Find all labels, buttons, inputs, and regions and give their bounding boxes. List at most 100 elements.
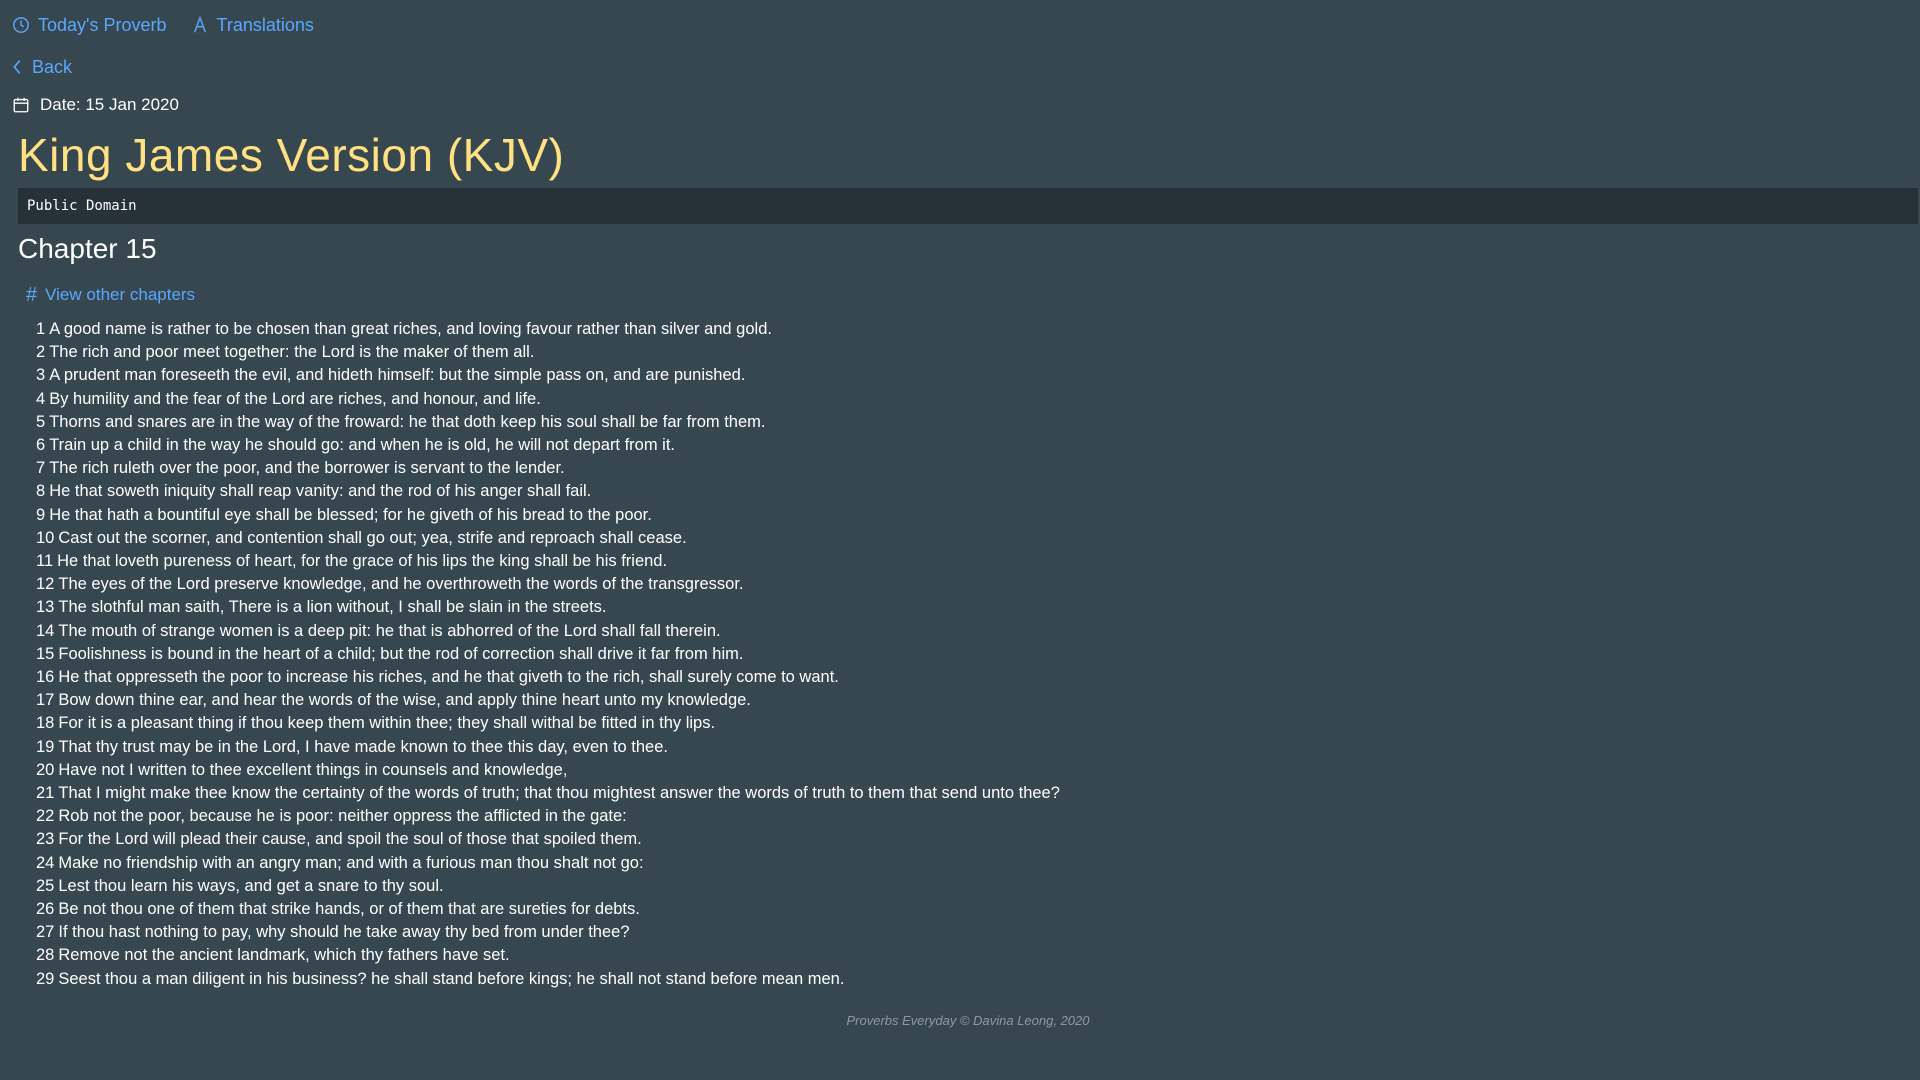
verse-item: 11 He that loveth pureness of heart, for … xyxy=(36,550,1060,573)
verse-number: 15 xyxy=(36,644,55,663)
verse-number: 29 xyxy=(36,969,55,988)
verse-text: Cast out the scorner, and contention sha… xyxy=(58,528,687,547)
verse-number: 19 xyxy=(36,737,55,756)
verse-number: 14 xyxy=(36,621,55,640)
verse-item: 23 For the Lord will plead their cause, a… xyxy=(36,828,1060,851)
verse-text: For it is a pleasant thing if thou keep … xyxy=(58,714,716,733)
verse-text: Have not I written to thee excellent thi… xyxy=(58,760,568,779)
verse-item: 20 Have not I written to thee excellent t… xyxy=(36,759,1060,782)
verse-text: He that soweth iniquity shall reap vanit… xyxy=(49,482,592,501)
verse-text: Rob not the poor, because he is poor: ne… xyxy=(58,807,627,826)
license-text: Public Domain xyxy=(27,198,137,214)
verse-item: 19 That thy trust may be in the Lord, I h… xyxy=(36,736,1060,759)
top-nav: Today's Proverb Translations xyxy=(12,12,314,38)
verse-number: 25 xyxy=(36,876,55,895)
verse-list: 1A good name is rather to be chosen than… xyxy=(36,318,1060,991)
verse-text: He that loveth pureness of heart, for th… xyxy=(57,552,668,571)
verse-text: Make no friendship with an angry man; an… xyxy=(58,853,644,872)
clock-icon xyxy=(13,17,29,33)
verse-text: That thy trust may be in the Lord, I hav… xyxy=(58,737,668,756)
footer: Proverbs Everyday © Davina Leong, 2020 xyxy=(846,1013,1090,1028)
verse-item: 22 Rob not the poor, because he is poor: … xyxy=(36,805,1060,828)
verse-number: 18 xyxy=(36,714,55,733)
calendar-icon xyxy=(13,97,29,113)
verse-item: 13 The slothful man saith, There is a lio… xyxy=(36,596,1060,619)
verse-number: 13 xyxy=(36,598,55,617)
verse-text: That I might make thee know the certaint… xyxy=(58,784,1060,803)
verse-text: Thorns and snares are in the way of the … xyxy=(49,412,766,431)
verse-item: 26 Be not thou one of them that strike ha… xyxy=(36,898,1060,921)
verse-number: 26 xyxy=(36,900,55,919)
verse-item: 21 That I might make thee know the certai… xyxy=(36,782,1060,805)
verse-number: 10 xyxy=(36,528,55,547)
verse-number: 6 xyxy=(36,436,46,455)
license-bar: Public Domain xyxy=(18,188,1918,224)
verse-text: Be not thou one of them that strike hand… xyxy=(58,900,640,919)
verse-number: 20 xyxy=(36,760,55,779)
letter-a-icon xyxy=(193,16,206,33)
verse-text: A prudent man foreseeth the evil, and hi… xyxy=(49,366,746,385)
verse-item: 3A prudent man foreseeth the evil, and h… xyxy=(36,364,1060,387)
verse-text: The eyes of the Lord preserve knowledge,… xyxy=(58,575,744,594)
verse-text: Seest thou a man diligent in his busines… xyxy=(58,969,845,988)
verse-item: 10 Cast out the scorner, and contention s… xyxy=(36,527,1060,550)
verse-item: 5 Thorns and snares are in the way of the… xyxy=(36,411,1060,434)
verse-text: He that hath a bountiful eye shall be bl… xyxy=(49,505,652,524)
verse-number: 4 xyxy=(36,389,46,408)
verse-number: 23 xyxy=(36,830,55,849)
verse-item: 9 He that hath a bountiful eye shall be b… xyxy=(36,504,1060,527)
verse-text: Foolishness is bound in the heart of a c… xyxy=(58,644,744,663)
chapter-title: Chapter 15 xyxy=(18,233,157,264)
view-other-chapters-label: View other chapters xyxy=(45,285,196,304)
verse-item: 7 The rich ruleth over the poor, and the … xyxy=(36,457,1060,480)
date-text: Date: 15 Jan 2020 xyxy=(40,95,179,114)
chevron-left-icon xyxy=(13,60,21,74)
verse-text: Train up a child in the way he should go… xyxy=(49,436,676,455)
verse-number: 28 xyxy=(36,946,55,965)
verse-number: 8 xyxy=(36,482,46,501)
page: Today's Proverb Translations Back Date: … xyxy=(0,0,1920,1080)
verse-text: He that oppresseth the poor to increase … xyxy=(58,668,839,687)
verse-item: 6 Train up a child in the way he should g… xyxy=(36,434,1060,457)
verse-text: The slothful man saith, There is a lion … xyxy=(58,598,607,617)
verse-text: Bow down thine ear, and hear the words o… xyxy=(58,691,751,710)
verse-number: 3 xyxy=(36,366,46,385)
verse-number: 9 xyxy=(36,505,46,524)
verse-number: 22 xyxy=(36,807,55,826)
verse-text: The rich and poor meet together: the Lor… xyxy=(49,343,535,362)
verse-text: Remove not the ancient landmark, which t… xyxy=(58,946,510,965)
verse-number: 17 xyxy=(36,691,55,710)
verse-item: 27 If thou hast nothing to pay, why shoul… xyxy=(36,921,1060,944)
verse-number: 1 xyxy=(36,320,46,338)
verse-number: 16 xyxy=(36,668,55,687)
verse-number: 21 xyxy=(36,784,55,803)
verse-item: 24 Make no friendship with an angry man; … xyxy=(36,852,1060,875)
verse-text: If thou hast nothing to pay, why should … xyxy=(58,923,630,942)
verse-item: 2 The rich and poor meet together: the Lo… xyxy=(36,341,1060,364)
verse-text: A good name is rather to be chosen than … xyxy=(49,320,772,338)
verse-text: Lest thou learn his ways, and get a snar… xyxy=(58,876,444,895)
verse-number: 12 xyxy=(36,575,55,594)
verse-text: The mouth of strange women is a deep pit… xyxy=(58,621,721,640)
verse-item: 16 He that oppresseth the poor to increas… xyxy=(36,666,1060,689)
verse-item: 12 The eyes of the Lord preserve knowledg… xyxy=(36,573,1060,596)
verse-item: 28 Remove not the ancient landmark, which… xyxy=(36,944,1060,967)
verse-number: 11 xyxy=(36,552,54,571)
verse-number: 7 xyxy=(36,459,46,478)
verse-item: 15 Foolishness is bound in the heart of a… xyxy=(36,643,1060,666)
verse-item: 1A good name is rather to be chosen than… xyxy=(36,318,1060,341)
verse-item: 8 He that soweth iniquity shall reap vani… xyxy=(36,480,1060,503)
nav-todays-proverb-label: Today's Proverb xyxy=(38,15,167,35)
hash-icon: # xyxy=(26,284,38,306)
verse-item: 25 Lest thou learn his ways, and get a sn… xyxy=(36,875,1060,898)
verse-text: For the Lord will plead their cause, and… xyxy=(58,830,642,849)
verse-text: By humility and the fear of the Lord are… xyxy=(49,389,541,408)
verse-item: 14 The mouth of strange women is a deep p… xyxy=(36,620,1060,643)
nav-translations[interactable]: Translations xyxy=(191,12,314,38)
date-display: Date: 15 Jan 2020 xyxy=(12,95,179,115)
nav-todays-proverb[interactable]: Today's Proverb xyxy=(12,12,167,38)
view-other-chapters-link[interactable]: # View other chapters xyxy=(26,285,195,305)
back-link[interactable]: Back xyxy=(10,54,72,80)
verse-text: The rich ruleth over the poor, and the b… xyxy=(49,459,565,478)
verse-item: 29 Seest thou a man diligent in his busin… xyxy=(36,968,1060,991)
